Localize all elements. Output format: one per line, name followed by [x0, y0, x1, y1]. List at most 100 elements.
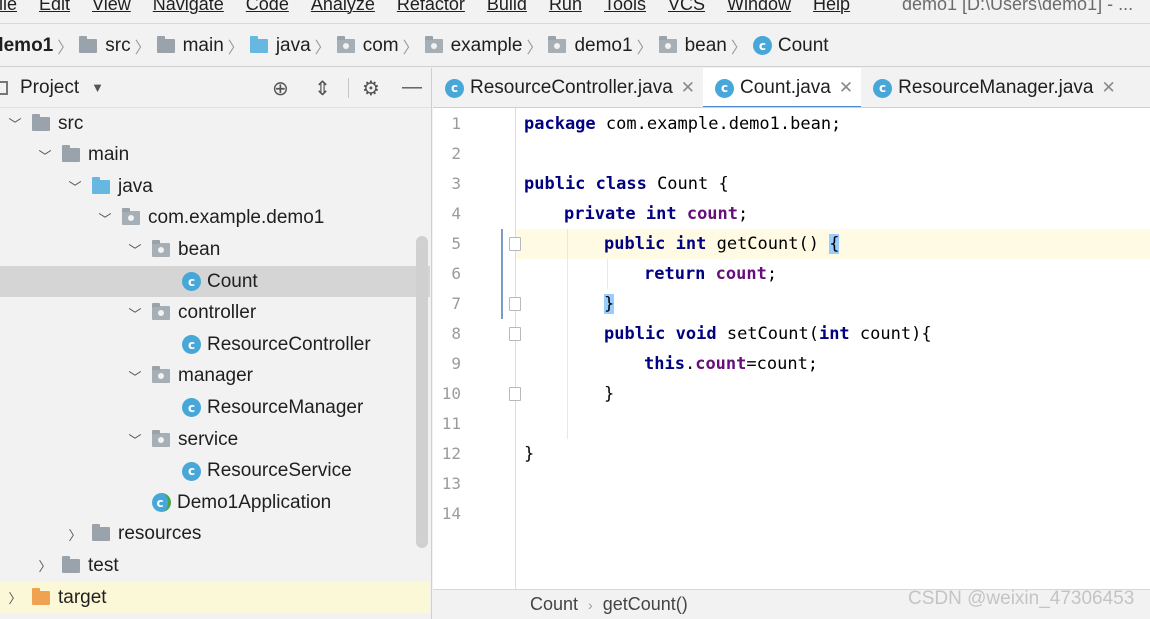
status-crumb-method[interactable]: getCount() [603, 594, 688, 615]
status-crumb-class[interactable]: Count [530, 594, 578, 615]
chevron-right-icon[interactable]: 〉 [6, 588, 24, 607]
code-line-7: } [604, 289, 615, 319]
tree-item-controller[interactable]: ﹀ controller [0, 298, 430, 329]
window-title: demo1 [D:\Users\demo1] - ... [902, 0, 1134, 14]
menu-item-code[interactable]: Code [246, 0, 289, 15]
breadcrumb-item-demo1[interactable]: demo1〉 [0, 34, 79, 58]
tree-item-label: Count [207, 270, 258, 292]
chevron-right-icon: 〉 [314, 39, 331, 57]
tree-item-target[interactable]: 〉 target [0, 582, 430, 613]
menu-item-view[interactable]: View [92, 0, 131, 15]
chevron-down-icon[interactable]: ﹀ [126, 240, 144, 259]
line-number: 2 [451, 144, 461, 163]
menu-item-help[interactable]: Help [813, 0, 850, 15]
breadcrumb-item-main[interactable]: main 〉 [156, 34, 250, 58]
package-icon [152, 429, 170, 447]
package-icon [152, 239, 170, 257]
package-icon [336, 35, 355, 53]
tab-count[interactable]: c Count.java ✕ [703, 68, 862, 107]
tree-item-test[interactable]: 〉 test [0, 550, 430, 581]
package-icon [122, 208, 140, 226]
tree-item-main[interactable]: ﹀ main [0, 140, 430, 171]
close-icon[interactable]: ✕ [839, 78, 853, 98]
menu-item-file[interactable]: File [0, 0, 17, 15]
chevron-down-icon[interactable]: ﹀ [36, 146, 54, 165]
tree-item-com-example-demo1[interactable]: ﹀ com.example.demo1 [0, 203, 430, 234]
fold-marker-icon[interactable] [509, 327, 521, 341]
menu-item-run[interactable]: Run [549, 0, 582, 15]
breadcrumb-item-java[interactable]: java 〉 [249, 34, 337, 58]
breadcrumb-item-example[interactable]: example 〉 [424, 34, 549, 58]
editor-tabs: c ResourceController.java ✕ c Count.java… [433, 68, 1150, 108]
breadcrumb-item-count[interactable]: c Count [752, 35, 829, 57]
chevron-down-icon[interactable]: ▼ [91, 80, 104, 95]
menu-item-window[interactable]: Window [727, 0, 791, 15]
collapse-all-icon[interactable]: ⇕ [314, 76, 331, 101]
menu-item-analyze[interactable]: Analyze [311, 0, 375, 15]
chevron-down-icon[interactable]: ﹀ [126, 430, 144, 449]
code-line-12: } [524, 444, 535, 464]
line-number: 9 [451, 354, 461, 373]
menu-item-tools[interactable]: Tools [604, 0, 646, 15]
tab-resourcecontroller[interactable]: c ResourceController.java ✕ [433, 68, 703, 107]
breadcrumb-label: demo1 [574, 34, 633, 56]
chevron-down-icon[interactable]: ﹀ [96, 209, 114, 228]
tree-item-demo1application[interactable]: c Demo1Application [0, 487, 430, 518]
fold-marker-icon[interactable] [509, 387, 521, 401]
menu-item-navigate[interactable]: Navigate [153, 0, 224, 15]
locate-icon[interactable]: ⊕ [272, 76, 289, 101]
tree-item-count[interactable]: c Count [0, 266, 430, 297]
code-editor[interactable]: 1 2 3 4 5 6 7 8 9 10 11 12 13 14 package com.example.… [433, 108, 1150, 589]
breadcrumb-item-bean[interactable]: bean 〉 [658, 34, 753, 58]
breadcrumb-item-demo1-pkg[interactable]: demo1 〉 [548, 34, 658, 58]
chevron-right-icon[interactable]: 〉 [66, 525, 84, 544]
chevron-down-icon[interactable]: ﹀ [126, 304, 144, 323]
fold-marker-icon[interactable] [509, 237, 521, 251]
breadcrumb: demo1〉 src〉 main〉 java〉 com〉 example〉 de… [0, 25, 1150, 67]
vertical-scrollbar[interactable] [416, 236, 428, 548]
toolbar-divider [348, 78, 349, 98]
tree-item-label: resources [118, 523, 202, 545]
matched-brace: { [829, 234, 840, 254]
tree-item-src[interactable]: ﹀ src [0, 108, 430, 139]
menu-item-vcs[interactable]: VCS [668, 0, 705, 15]
fold-marker-icon[interactable] [509, 297, 521, 311]
menu-item-build[interactable]: Build [487, 0, 527, 15]
chevron-down-icon[interactable]: ﹀ [66, 177, 84, 196]
chevron-down-icon[interactable]: ﹀ [126, 367, 144, 386]
tree-item-resources[interactable]: 〉 resources [0, 519, 430, 550]
close-icon[interactable]: ✕ [681, 78, 695, 98]
minimize-icon[interactable]: — [402, 76, 422, 99]
menu-item-refactor[interactable]: Refactor [397, 0, 465, 15]
gear-icon[interactable]: ⚙ [362, 76, 380, 101]
spring-app-class-icon: c [152, 493, 171, 513]
tree-item-resourceservice[interactable]: c ResourceService [0, 456, 430, 487]
tree-item-manager[interactable]: ﹀ manager [0, 361, 430, 392]
chevron-right-icon[interactable]: 〉 [36, 556, 54, 575]
menu-item-edit[interactable]: Edit [39, 0, 70, 15]
tree-item-resourcecontroller[interactable]: c ResourceController [0, 329, 430, 360]
line-number: 5 [451, 234, 461, 253]
close-icon[interactable]: ✕ [1102, 78, 1116, 98]
chevron-right-icon: 〉 [636, 39, 653, 57]
tree-item-java[interactable]: ﹀ java [0, 171, 430, 202]
code-line-8: public void setCount(int count){ [604, 324, 932, 344]
class-icon: c [182, 398, 201, 418]
code-line-1: package com.example.demo1.bean; [524, 114, 842, 134]
package-icon [658, 35, 677, 53]
tree-item-label: service [178, 428, 239, 450]
tree-item-resourcemanager[interactable]: c ResourceManager [0, 392, 430, 423]
breadcrumb-item-src[interactable]: src 〉 [79, 34, 156, 58]
tab-resourcemanager[interactable]: c ResourceManager.java ✕ [861, 68, 1124, 107]
tab-label: ResourceController.java [470, 77, 673, 98]
tree-item-bean[interactable]: ﹀ bean [0, 234, 430, 265]
chevron-down-icon[interactable]: ﹀ [6, 114, 24, 133]
tree-item-label: ResourceController [207, 333, 371, 355]
folder-icon [62, 555, 80, 573]
tree-item-label: Demo1Application [177, 491, 332, 513]
tree-item-label: com.example.demo1 [148, 207, 325, 229]
breadcrumb-label: demo1 [0, 34, 54, 56]
breadcrumb-item-com[interactable]: com 〉 [336, 34, 425, 58]
chevron-right-icon: 〉 [57, 39, 74, 57]
tree-item-service[interactable]: ﹀ service [0, 424, 430, 455]
